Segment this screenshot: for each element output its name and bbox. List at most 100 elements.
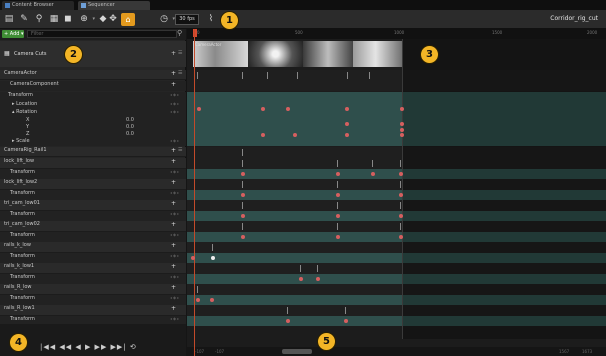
scroll-thumb[interactable]	[282, 349, 312, 354]
property-rotation-z[interactable]: Z 0.0	[0, 131, 186, 138]
add-icon[interactable]: +	[171, 158, 176, 165]
rotation-z-value[interactable]: 0.0	[126, 131, 134, 137]
tab-sequencer[interactable]: Sequencer	[78, 1, 150, 10]
key-nav-icon[interactable]: ◂◆▸	[170, 211, 180, 216]
camera-cuts-track[interactable]: ▦ Camera Cuts + ☰	[0, 41, 186, 67]
property-transform[interactable]: Transform ◂◆▸	[0, 211, 186, 221]
keyframe[interactable]	[241, 214, 245, 218]
key-marker[interactable]	[212, 244, 213, 251]
keyframe[interactable]	[399, 214, 403, 218]
keyframe[interactable]	[336, 172, 340, 176]
keyframe[interactable]	[400, 122, 404, 126]
key-marker[interactable]	[242, 160, 243, 167]
add-icon[interactable]: +	[171, 221, 176, 228]
add-icon[interactable]: +	[171, 50, 176, 57]
track-camera-component[interactable]: CameraComponent +	[0, 81, 186, 91]
keyframe[interactable]	[399, 235, 403, 239]
key-marker[interactable]	[242, 72, 243, 79]
key-nav-icon[interactable]: ◂◆▸	[170, 295, 180, 300]
key-marker[interactable]	[400, 223, 401, 230]
keyframe[interactable]	[345, 107, 349, 111]
keyframe[interactable]	[336, 235, 340, 239]
menu-icon[interactable]: ☰	[178, 50, 182, 56]
keyframe[interactable]	[293, 133, 297, 137]
keyframe[interactable]	[371, 172, 375, 176]
key-marker[interactable]	[337, 223, 338, 230]
curve-icon[interactable]: ⌇	[205, 13, 217, 25]
key-nav-icon[interactable]: ◂◆▸	[170, 169, 180, 174]
key-marker[interactable]	[400, 202, 401, 209]
key-nav-icon[interactable]: ◂◆▸	[170, 232, 180, 237]
key-marker[interactable]	[197, 72, 198, 79]
key-marker[interactable]	[400, 181, 401, 188]
key-nav-icon[interactable]: ◂◆▸	[170, 316, 180, 321]
add-track-button[interactable]: + Add ▾	[2, 30, 24, 38]
track-actor[interactable]: rails_R_low +	[0, 284, 186, 295]
key-marker[interactable]	[337, 202, 338, 209]
save-icon[interactable]: ▤	[3, 13, 15, 25]
track-actor[interactable]: lock_lift_low2 +	[0, 179, 186, 190]
keyframe[interactable]	[299, 277, 303, 281]
keyframe[interactable]	[336, 214, 340, 218]
keyframe[interactable]	[286, 107, 290, 111]
camera-lock-icon[interactable]: ⌂	[121, 13, 135, 26]
keyframe[interactable]	[336, 193, 340, 197]
key-nav-icon[interactable]: ◂◆▸	[170, 109, 180, 114]
property-transform[interactable]: Transform ◂◆▸	[0, 274, 186, 284]
track-actor[interactable]: rails_k_low +	[0, 242, 186, 253]
property-rotation-x[interactable]: X 0.0	[0, 117, 186, 124]
keyframe[interactable]	[400, 128, 404, 132]
keyframe[interactable]	[286, 319, 290, 323]
add-icon[interactable]: +	[171, 179, 176, 186]
add-icon[interactable]: +	[171, 81, 176, 88]
add-icon[interactable]: +	[171, 305, 176, 312]
keyframe[interactable]	[399, 193, 403, 197]
fps-selector[interactable]: 30 fps	[175, 14, 199, 25]
property-transform[interactable]: Transform ◂◆▸	[0, 92, 186, 101]
track-camera-actor[interactable]: CameraActor + ☰	[0, 70, 186, 80]
property-transform[interactable]: Transform ◂◆▸	[0, 295, 186, 305]
add-icon[interactable]: +	[171, 200, 176, 207]
key-nav-icon[interactable]: ◂◆▸	[170, 101, 180, 106]
rotation-y-value[interactable]: 0.0	[126, 124, 134, 130]
key-marker[interactable]	[337, 181, 338, 188]
save-as-icon[interactable]: ✎	[18, 13, 30, 25]
keyframe[interactable]	[400, 107, 404, 111]
track-camera-rig[interactable]: CameraRig_Rail1 + ☰	[0, 147, 186, 157]
track-actor[interactable]: tri_cam_low01 +	[0, 200, 186, 211]
keyframe[interactable]	[211, 256, 215, 260]
add-icon[interactable]: +	[171, 70, 176, 77]
keyframe[interactable]	[241, 193, 245, 197]
transform-icon[interactable]: ✥	[107, 13, 124, 25]
menu-icon[interactable]: ☰	[178, 70, 182, 76]
add-icon[interactable]: +	[171, 284, 176, 291]
key-marker[interactable]	[242, 181, 243, 188]
key-marker[interactable]	[242, 223, 243, 230]
property-transform[interactable]: Transform ◂◆▸	[0, 232, 186, 242]
keyframe[interactable]	[197, 107, 201, 111]
transport-controls[interactable]: |◀◀ ◀◀ ◀ ▶ ▶▶ ▶▶| ⟲	[40, 343, 137, 351]
key-marker[interactable]	[267, 72, 268, 79]
camera-icon[interactable]: ◼	[62, 13, 74, 25]
property-transform[interactable]: Transform ◂◆▸	[0, 190, 186, 200]
keyframe[interactable]	[345, 133, 349, 137]
search-icon[interactable]: ⚲	[177, 29, 182, 37]
keyframe[interactable]	[196, 298, 200, 302]
camera-cut-section[interactable]: CameraActor	[193, 41, 403, 67]
keyframe[interactable]	[210, 298, 214, 302]
key-marker[interactable]	[345, 307, 346, 314]
property-scale[interactable]: ▸ Scale ◂◆▸	[0, 138, 186, 146]
track-actor[interactable]: lock_lift_low +	[0, 158, 186, 169]
keyframe[interactable]	[345, 122, 349, 126]
keyframe[interactable]	[261, 133, 265, 137]
key-marker[interactable]	[317, 265, 318, 272]
time-ruler[interactable]: 0 500 1000 1500 2000	[187, 29, 606, 39]
keyframe[interactable]	[344, 319, 348, 323]
keyframe[interactable]	[241, 235, 245, 239]
track-actor[interactable]: rails_R_low1 +	[0, 305, 186, 316]
key-marker[interactable]	[400, 160, 401, 167]
keyframe[interactable]	[241, 172, 245, 176]
rotation-x-value[interactable]: 0.0	[126, 117, 134, 123]
keyframe[interactable]	[191, 256, 195, 260]
key-nav-icon[interactable]: ◂◆▸	[170, 92, 180, 97]
